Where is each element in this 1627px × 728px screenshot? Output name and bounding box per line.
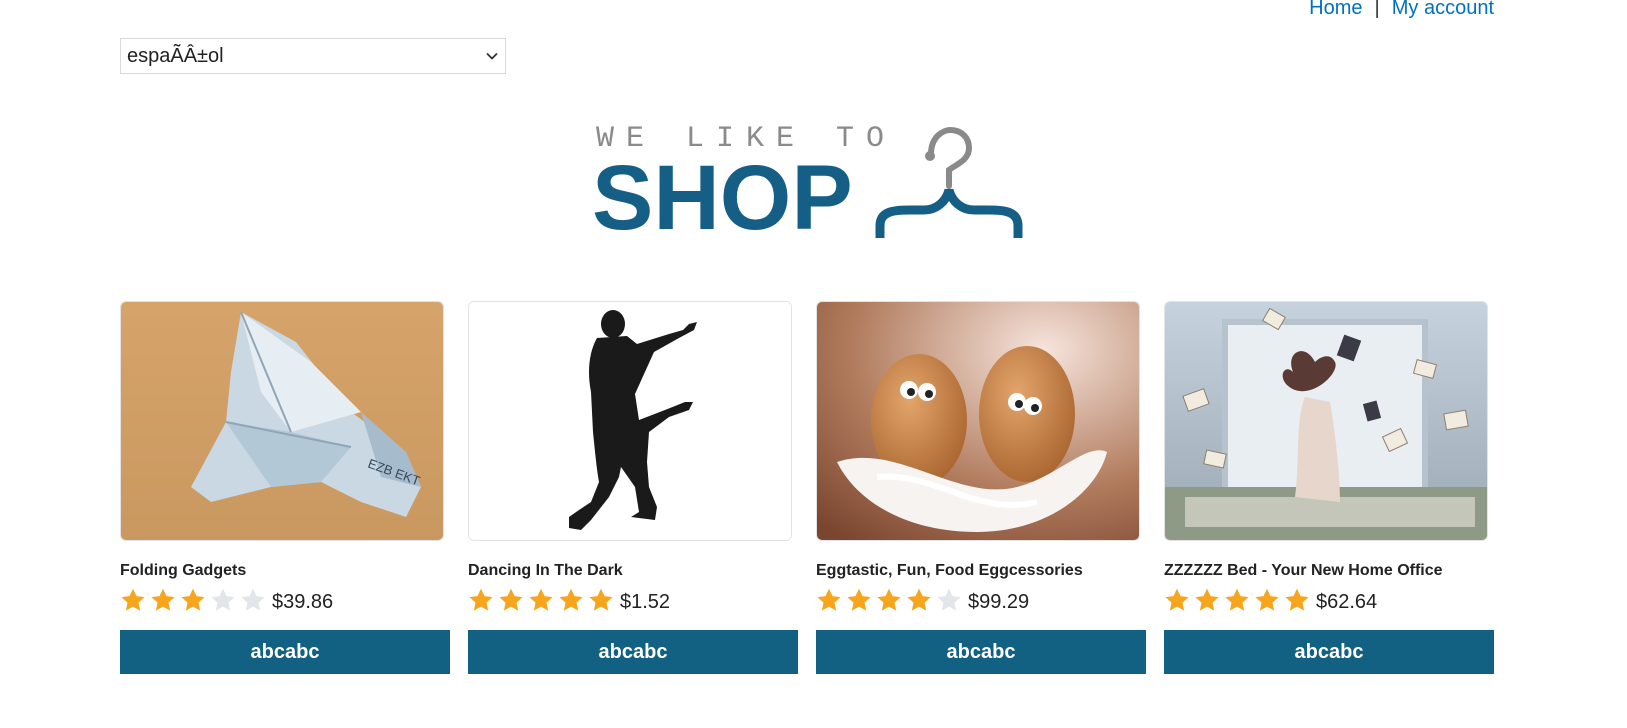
product-price: $62.64 [1316, 590, 1378, 613]
star-rating [1164, 587, 1314, 613]
product-title[interactable]: Folding Gadgets [120, 562, 450, 580]
star-filled-icon [907, 588, 931, 611]
star-filled-icon [499, 588, 523, 611]
product-button[interactable]: abcabc [1164, 630, 1494, 674]
top-nav: Home | My account [1309, 0, 1494, 20]
star-empty-icon [937, 588, 961, 611]
product-image[interactable] [1164, 301, 1488, 541]
product-price: $1.52 [620, 590, 671, 613]
product-image[interactable] [468, 301, 792, 541]
star-filled-icon [877, 588, 901, 611]
product-title[interactable]: Eggtastic, Fun, Food Eggcessories [816, 562, 1146, 580]
logo-wordmark: SHOP [592, 147, 853, 249]
star-filled-icon [559, 588, 583, 611]
chevron-down-icon [486, 52, 498, 60]
product-card: Eggtastic, Fun, Food Eggcessories $99.29… [816, 301, 1146, 674]
star-filled-icon [1165, 588, 1189, 611]
product-title[interactable]: Dancing In The Dark [468, 562, 798, 580]
star-filled-icon [1285, 588, 1309, 611]
product-card: EZB EKT Folding Gadgets $39.86 abcabc [120, 301, 450, 674]
star-filled-icon [151, 588, 175, 611]
star-filled-icon [847, 588, 871, 611]
my-account-link[interactable]: My account [1392, 0, 1494, 20]
site-logo[interactable]: WE LIKE TO SHOP [592, 122, 1024, 249]
product-image[interactable] [816, 301, 1140, 541]
star-empty-icon [241, 588, 265, 611]
nav-separator: | [1374, 0, 1380, 19]
star-filled-icon [469, 588, 493, 611]
hanger-icon [875, 126, 1023, 238]
star-rating [120, 587, 270, 613]
star-filled-icon [1255, 588, 1279, 611]
language-select-value: espaÃÂ±ol [127, 44, 224, 67]
product-card: ZZZZZZ Bed - Your New Home Office $62.64… [1164, 301, 1494, 674]
star-filled-icon [529, 588, 553, 611]
product-image[interactable]: EZB EKT [120, 301, 444, 541]
product-price: $39.86 [272, 590, 334, 613]
product-card: Dancing In The Dark $1.52 abcabc [468, 301, 798, 674]
star-rating [468, 587, 618, 613]
star-filled-icon [817, 588, 841, 611]
star-empty-icon [211, 588, 235, 611]
language-select[interactable]: espaÃÂ±ol [120, 38, 506, 74]
product-title[interactable]: ZZZZZZ Bed - Your New Home Office [1164, 562, 1494, 580]
product-button[interactable]: abcabc [816, 630, 1146, 674]
star-filled-icon [589, 588, 613, 611]
product-button[interactable]: abcabc [120, 630, 450, 674]
star-filled-icon [1225, 588, 1249, 611]
product-button[interactable]: abcabc [468, 630, 798, 674]
product-price: $99.29 [968, 590, 1030, 613]
star-filled-icon [181, 588, 205, 611]
star-filled-icon [121, 588, 145, 611]
star-filled-icon [1195, 588, 1219, 611]
home-link[interactable]: Home [1309, 0, 1362, 20]
star-rating [816, 587, 966, 613]
